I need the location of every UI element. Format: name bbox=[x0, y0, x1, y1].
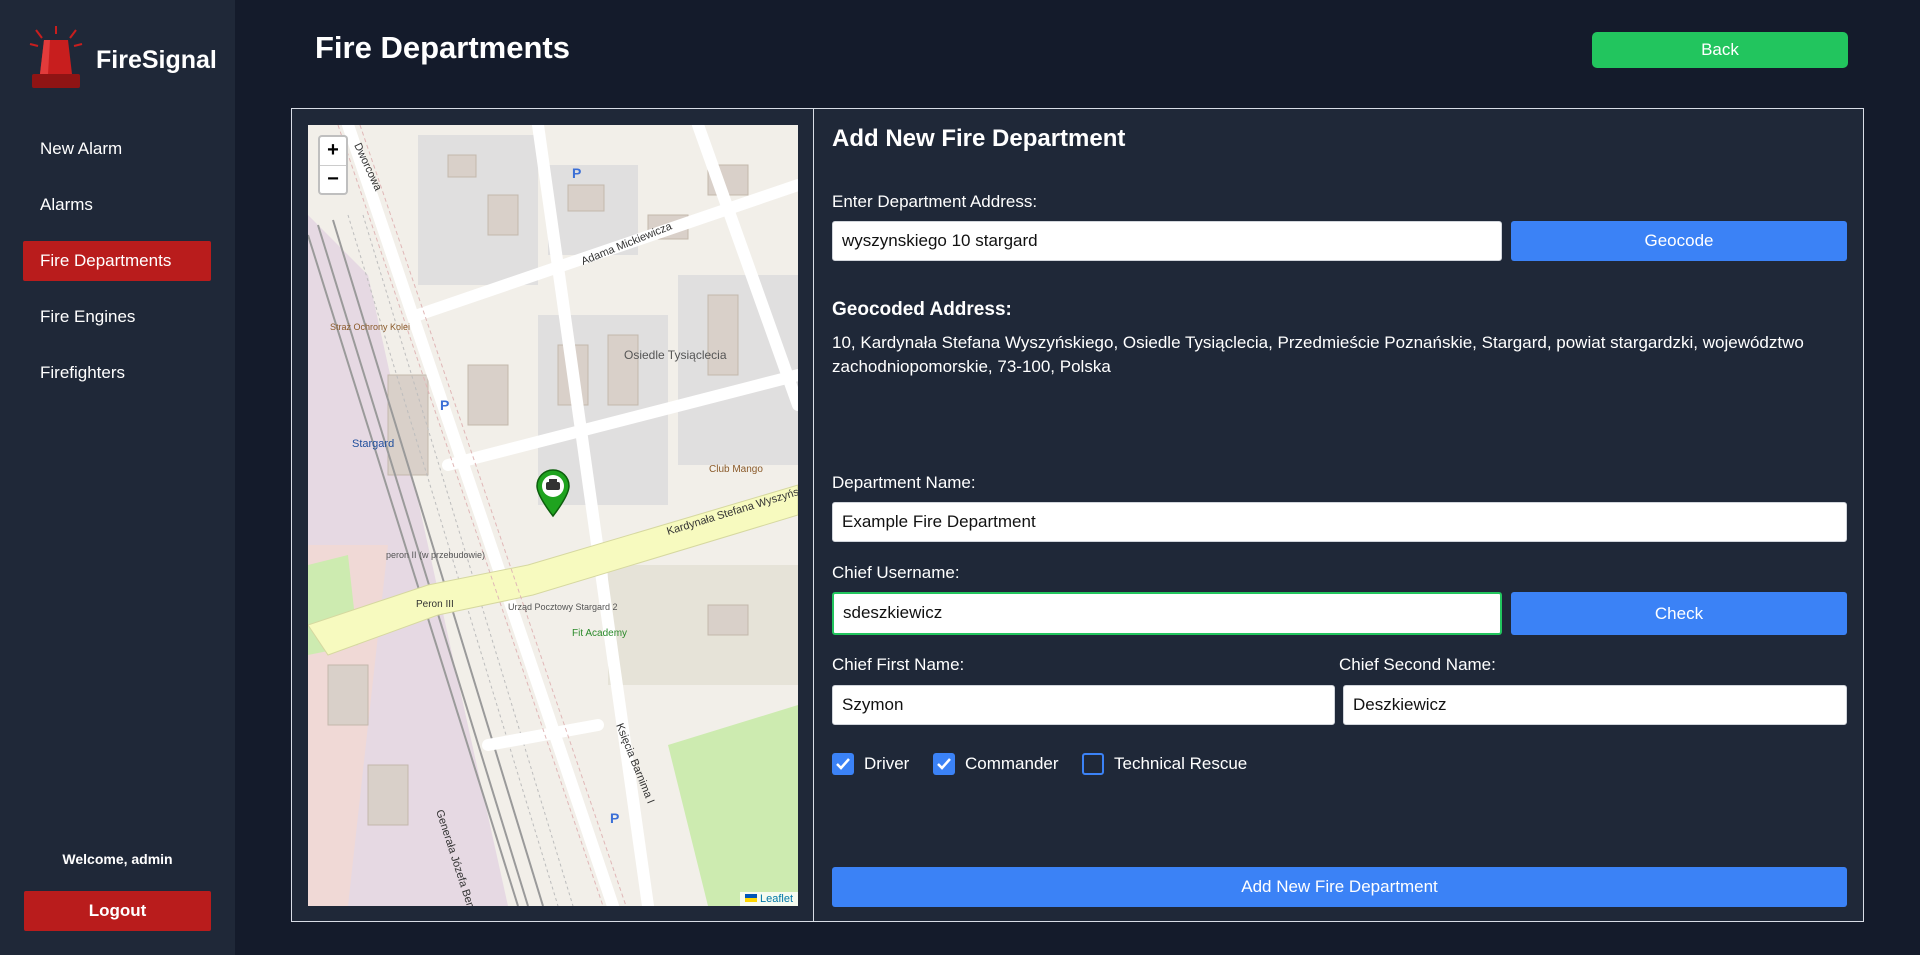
nav-item-fire-departments[interactable]: Fire Departments bbox=[23, 241, 211, 281]
svg-text:P: P bbox=[610, 810, 619, 826]
map-label-poi-2: Stargard bbox=[352, 438, 394, 450]
ukraine-flag-icon bbox=[744, 894, 757, 902]
checkbox-checked-icon bbox=[933, 753, 955, 775]
driver-checkbox[interactable]: Driver bbox=[832, 753, 909, 775]
chief-first-name-input[interactable]: Szymon bbox=[832, 685, 1335, 725]
department-name-input[interactable]: Example Fire Department bbox=[832, 502, 1847, 542]
back-button[interactable]: Back bbox=[1592, 32, 1848, 68]
technical-rescue-checkbox[interactable]: Technical Rescue bbox=[1082, 753, 1247, 775]
zoom-in-button[interactable]: + bbox=[320, 137, 346, 166]
chief-second-name-label: Chief Second Name: bbox=[1339, 655, 1496, 674]
nav-item-new-alarm[interactable]: New Alarm bbox=[23, 129, 211, 169]
leaflet-link[interactable]: Leaflet bbox=[760, 893, 793, 905]
map[interactable]: Dworcowa Adama Mickiewicza Kardynała Ste… bbox=[308, 125, 798, 906]
nav-item-firefighters[interactable]: Firefighters bbox=[23, 353, 211, 393]
brand[interactable]: FireSignal bbox=[28, 24, 217, 93]
location-pin-icon[interactable] bbox=[535, 468, 571, 523]
map-label-poi-3: Straż Ochrony Kolei bbox=[330, 322, 410, 332]
sidebar-nav: New Alarm Alarms Fire Departments Fire E… bbox=[23, 129, 211, 409]
map-label-poi-4: Urząd Pocztowy Stargard 2 bbox=[508, 602, 618, 612]
svg-text:P: P bbox=[440, 397, 449, 413]
check-button[interactable]: Check bbox=[1511, 592, 1847, 635]
siren-icon bbox=[28, 24, 84, 93]
brand-name: FireSignal bbox=[96, 46, 217, 74]
sidebar: FireSignal New Alarm Alarms Fire Departm… bbox=[0, 0, 235, 955]
zoom-control: + − bbox=[318, 135, 348, 195]
chief-first-name-label: Chief First Name: bbox=[832, 655, 965, 674]
form-title: Add New Fire Department bbox=[832, 125, 1126, 152]
commander-label: Commander bbox=[965, 754, 1059, 773]
map-panel: Dworcowa Adama Mickiewicza Kardynała Ste… bbox=[291, 108, 814, 922]
map-label-poi-7: Peron III bbox=[416, 599, 454, 610]
nav-item-alarms[interactable]: Alarms bbox=[23, 185, 211, 225]
geocoded-title: Geocoded Address: bbox=[832, 299, 1012, 320]
checkbox-unchecked-icon bbox=[1082, 753, 1104, 775]
chief-second-name-input[interactable]: Deszkiewicz bbox=[1343, 685, 1847, 725]
department-name-label: Department Name: bbox=[832, 473, 976, 492]
svg-text:P: P bbox=[572, 165, 581, 181]
chief-username-input[interactable]: sdeszkiewicz bbox=[832, 592, 1502, 635]
geocoded-address: 10, Kardynała Stefana Wyszyńskiego, Osie… bbox=[832, 333, 1804, 376]
commander-checkbox[interactable]: Commander bbox=[933, 753, 1059, 775]
form-panel: Add New Fire Department Enter Department… bbox=[814, 108, 1864, 922]
map-label-poi-1: Club Mango bbox=[709, 464, 763, 475]
page-title: Fire Departments bbox=[315, 30, 570, 65]
checkbox-checked-icon bbox=[832, 753, 854, 775]
logout-button[interactable]: Logout bbox=[24, 891, 211, 931]
nav-item-fire-engines[interactable]: Fire Engines bbox=[23, 297, 211, 337]
address-label: Enter Department Address: bbox=[832, 192, 1038, 211]
zoom-out-button[interactable]: − bbox=[320, 166, 346, 194]
map-label-area-1: Osiedle Tysiąclecia bbox=[624, 348, 727, 362]
driver-label: Driver bbox=[864, 754, 910, 773]
address-input[interactable]: wyszynskiego 10 stargard bbox=[832, 221, 1502, 261]
geocode-button[interactable]: Geocode bbox=[1511, 221, 1847, 261]
chief-username-label: Chief Username: bbox=[832, 563, 960, 582]
map-label-poi-6: peron II (w przebudowie) bbox=[386, 550, 485, 560]
welcome-text: Welcome, admin bbox=[62, 851, 173, 867]
add-fire-department-button[interactable]: Add New Fire Department bbox=[832, 867, 1847, 907]
map-attribution[interactable]: Leaflet bbox=[739, 892, 798, 906]
technical-rescue-label: Technical Rescue bbox=[1114, 754, 1248, 773]
map-label-poi-5: Fit Academy bbox=[572, 628, 627, 639]
